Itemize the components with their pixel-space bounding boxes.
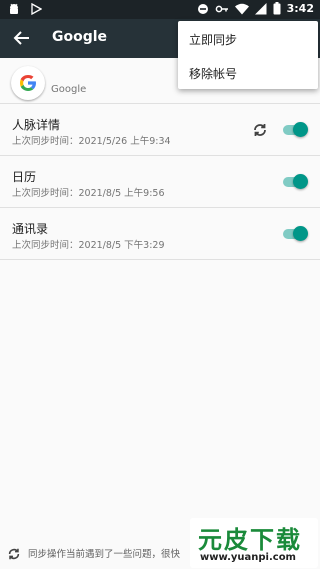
menu-item-sync-now[interactable]: 立即同步	[189, 31, 237, 48]
page-title: Google	[52, 29, 108, 45]
wifi-icon	[234, 3, 249, 15]
toggle-thumb	[293, 174, 308, 189]
watermark-url: www.yuanpi.com	[200, 552, 296, 563]
battery-icon	[273, 2, 281, 15]
sync-item-calendar[interactable]: 日历 上次同步时间：2021/8/5 上午9:56	[0, 156, 320, 208]
watermark-logo: 元皮下载 www.yuanpi.com	[190, 518, 318, 568]
account-name: Google	[51, 84, 87, 95]
sync-item-label: 通讯录	[12, 222, 49, 236]
sync-in-progress-icon	[252, 122, 268, 142]
watermark-title: 元皮下载	[198, 526, 302, 554]
sync-toggle-contacts[interactable]	[283, 226, 308, 241]
sync-problem-message: 同步操作当前遇到了一些问题，很快	[28, 549, 181, 560]
toggle-thumb	[293, 122, 308, 137]
arrow-back-icon[interactable]	[11, 27, 33, 49]
do-not-disturb-icon	[197, 3, 209, 15]
sync-item-people-details[interactable]: 人脉详情 上次同步时间：2021/5/26 上午9:34	[0, 104, 320, 156]
toggle-thumb	[293, 226, 308, 241]
sync-item-last-time: 上次同步时间：2021/8/5 上午9:56	[12, 188, 165, 199]
google-g-logo	[11, 66, 45, 100]
status-time: 3:42	[286, 2, 314, 15]
vpn-key-icon	[215, 3, 229, 15]
overflow-menu: 立即同步 移除帐号	[178, 21, 318, 89]
android-icon	[8, 3, 20, 15]
sync-toggle-calendar[interactable]	[283, 174, 308, 189]
sync-item-label: 人脉详情	[12, 118, 61, 132]
sync-item-contacts[interactable]: 通讯录 上次同步时间：2021/8/5 下午3:29	[0, 208, 320, 260]
status-bar: 3:42	[0, 0, 320, 19]
sync-problem-icon	[7, 546, 21, 565]
sync-item-last-time: 上次同步时间：2021/5/26 上午9:34	[12, 136, 171, 147]
play-store-icon	[30, 3, 42, 15]
signal-icon	[254, 2, 267, 15]
sync-toggle-people-details[interactable]	[283, 122, 308, 137]
menu-item-remove-account[interactable]: 移除帐号	[189, 65, 237, 82]
sync-item-last-time: 上次同步时间：2021/8/5 下午3:29	[12, 240, 165, 251]
sync-item-label: 日历	[12, 170, 37, 184]
